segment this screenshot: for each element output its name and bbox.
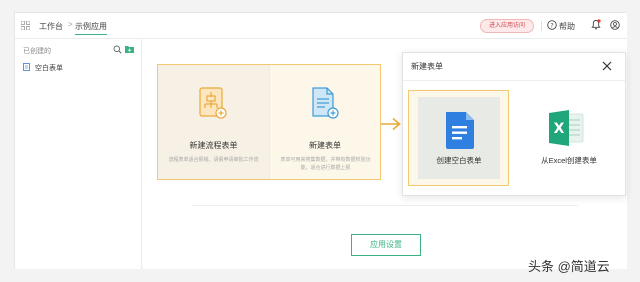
sidebar-item-label: 空白表单 [35, 65, 63, 72]
help-icon[interactable]: ? [547, 20, 557, 30]
breadcrumb-separator: > [68, 20, 73, 29]
create-blank-form-option[interactable]: 创建空白表单 [408, 90, 509, 186]
card-title: 新建表单 [309, 141, 341, 150]
app-settings-button[interactable]: 应用设置 [351, 234, 421, 256]
bell-icon[interactable] [591, 19, 601, 30]
breadcrumb-workbench[interactable]: 工作台 [39, 21, 63, 32]
header-divider [541, 21, 542, 31]
svg-text:?: ? [550, 21, 553, 29]
form-icon [23, 63, 30, 71]
sidebar-title: 已创建的 [23, 48, 51, 55]
excel-icon: X [549, 110, 584, 146]
create-from-excel-label: 从Excel创建表单 [541, 156, 597, 165]
card-description: 流程表单适合报销、请假申请审批工作流 [168, 157, 259, 163]
content-divider [192, 205, 578, 206]
blank-doc-icon [446, 112, 474, 149]
search-icon[interactable] [113, 45, 122, 54]
svg-text:X: X [554, 121, 565, 137]
create-from-excel-option[interactable]: X 从Excel创建表单 [517, 90, 621, 186]
help-label[interactable]: 帮助 [559, 21, 575, 32]
user-icon[interactable] [610, 20, 620, 30]
create-blank-form-label: 创建空白表单 [436, 156, 482, 165]
new-flow-form-card[interactable]: 新建流程表单 流程表单适合报销、请假申请审批工作流 [158, 65, 269, 179]
dialog-header-divider [403, 80, 625, 81]
sidebar: 已创建的 空白表单 [15, 39, 142, 269]
grid-icon[interactable] [21, 21, 30, 30]
blank-form-tile: 创建空白表单 [418, 97, 500, 179]
top-header: 工作台 > 示例应用 进入应用访问 ? 帮助 [15, 13, 627, 39]
arrow-right-icon [381, 117, 401, 131]
close-icon[interactable] [602, 61, 612, 71]
breadcrumb-current-app[interactable]: 示例应用 [75, 21, 107, 35]
new-form-dialog: 新建表单 创建空白表单 X 从Excel创建表单 [402, 52, 626, 196]
watermark: 头条 @简道云 [528, 259, 610, 274]
dialog-title: 新建表单 [411, 62, 443, 71]
card-title: 新建流程表单 [189, 141, 238, 150]
new-form-card[interactable]: 新建表单 表单可用来搜集数据，并带有数据校验功能，适合进行数据上报 [269, 65, 380, 179]
new-form-card-group: 新建流程表单 流程表单适合报销、请假申请审批工作流 新建表单 表单可用来搜集数据… [157, 64, 381, 180]
visit-app-button[interactable]: 进入应用访问 [480, 19, 534, 33]
form-add-icon [312, 87, 339, 119]
flow-form-icon [199, 87, 227, 119]
card-description: 表单可用来搜集数据，并带有数据校验功能，适合进行数据上报 [280, 157, 371, 171]
add-folder-icon[interactable] [125, 45, 134, 53]
